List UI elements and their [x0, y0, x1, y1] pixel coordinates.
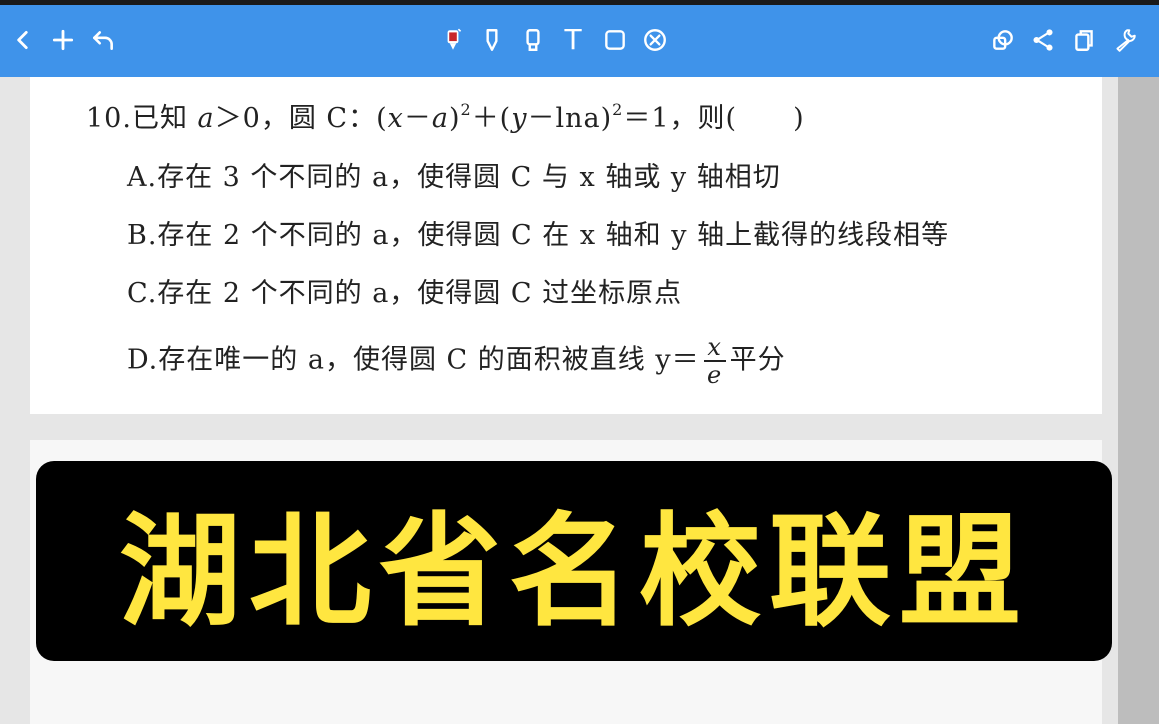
stem-text: ＞0，圆 C：(: [214, 103, 388, 134]
plus-icon[interactable]: [46, 23, 80, 57]
option-d-text: 平分: [729, 344, 786, 376]
text-tool-label: T: [564, 23, 582, 56]
stem-text: ＋(: [471, 103, 512, 134]
option-a: A.存在 3 个不同的 a，使得圆 C 与 x 轴或 y 轴相切: [127, 162, 781, 193]
copy-icon[interactable]: [1067, 23, 1101, 57]
stem-text: ): [600, 103, 613, 134]
stem-text: ＝1，则( ): [623, 103, 805, 134]
stem-text: －: [403, 103, 432, 134]
stem-text: 已知: [131, 103, 188, 134]
option-c: C.存在 2 个不同的 a，使得圆 C 过坐标原点: [127, 278, 683, 309]
var-a: a: [197, 103, 215, 134]
fraction-denominator: e: [707, 361, 723, 389]
marker-icon[interactable]: [436, 23, 470, 57]
question-number: 10.: [86, 103, 132, 134]
fraction: xe: [703, 333, 726, 389]
toolbar: T: [0, 5, 1159, 77]
stem-text: －lna: [527, 103, 601, 134]
wrench-icon[interactable]: [1108, 23, 1142, 57]
side-panel: [1118, 77, 1159, 724]
share-icon[interactable]: [1026, 23, 1060, 57]
shape-tool-icon[interactable]: [598, 23, 632, 57]
highlighter-icon[interactable]: [516, 23, 550, 57]
exponent: 2: [460, 100, 472, 119]
chevron-left-icon[interactable]: [6, 23, 40, 57]
var-y: y: [511, 103, 528, 134]
option-b: B.存在 2 个不同的 a，使得圆 C 在 x 轴和 y 轴上截得的线段相等: [127, 220, 950, 251]
option-d: D.存在唯一的 a，使得圆 C 的面积被直线 y＝ x e 平分: [127, 334, 786, 388]
title-banner: 湖北省名校联盟: [36, 461, 1112, 661]
question-stem: 10.已知 a＞0，圆 C：(x－a)2＋(y－lna)2＝1，则( ): [86, 96, 805, 135]
text-tool-icon[interactable]: T: [556, 23, 590, 57]
var-x: x: [387, 103, 404, 134]
undo-icon[interactable]: [86, 23, 120, 57]
fraction-numerator: x: [707, 333, 722, 361]
banner-text: 湖北省名校联盟: [119, 500, 1029, 643]
pen-icon[interactable]: [475, 23, 509, 57]
lasso-icon[interactable]: [986, 23, 1020, 57]
option-d-text: D.存在唯一的 a，使得圆 C 的面积被直线 y＝: [127, 344, 700, 376]
exponent: 2: [612, 100, 624, 119]
eraser-icon[interactable]: [638, 23, 672, 57]
var-a: a: [431, 103, 449, 134]
stem-text: ): [448, 103, 461, 134]
